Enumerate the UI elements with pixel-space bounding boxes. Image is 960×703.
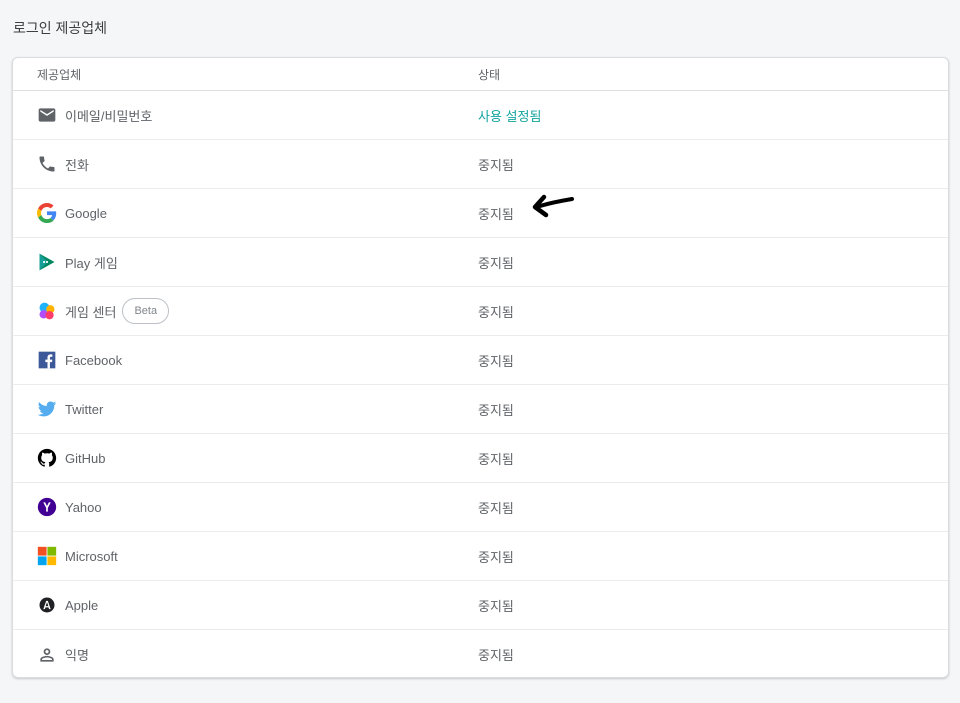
- section-title: 로그인 제공업체: [13, 20, 108, 36]
- beta-badge: Beta: [122, 298, 170, 324]
- provider-label: 이메일/비밀번호: [65, 108, 153, 124]
- provider-label: Google: [65, 205, 107, 221]
- provider-row-apple[interactable]: Apple 중지됨: [13, 581, 948, 630]
- yahoo-icon: [37, 497, 57, 517]
- header-status: 상태: [478, 67, 501, 82]
- provider-label: GitHub: [65, 450, 106, 466]
- google-icon: [37, 203, 57, 223]
- provider-row-twitter[interactable]: Twitter 중지됨: [13, 385, 948, 434]
- status-text: 중지됨: [478, 304, 514, 320]
- provider-row-phone[interactable]: 전화 중지됨: [13, 140, 948, 189]
- provider-row-yahoo[interactable]: Yahoo 중지됨: [13, 483, 948, 532]
- provider-row-facebook[interactable]: Facebook 중지됨: [13, 336, 948, 385]
- phone-icon: [37, 154, 57, 174]
- microsoft-icon: [37, 546, 57, 566]
- github-icon: [37, 448, 57, 468]
- provider-label: Facebook: [65, 352, 123, 368]
- provider-row-anonymous[interactable]: 익명 중지됨: [13, 630, 948, 677]
- play-games-icon: [37, 252, 57, 272]
- header-provider: 제공업체: [37, 67, 82, 82]
- anonymous-icon: [37, 645, 57, 665]
- status-text: 중지됨: [478, 255, 514, 271]
- status-text: 중지됨: [478, 598, 514, 614]
- status-text: 중지됨: [478, 402, 514, 418]
- status-text: 중지됨: [478, 500, 514, 516]
- status-text: 사용 설정됨: [478, 108, 542, 124]
- provider-row-microsoft[interactable]: Microsoft 중지됨: [13, 532, 948, 581]
- sign-in-providers-table: 제공업체 상태 이메일/비밀번호 사용 설정됨 전화 중지됨 Google 중지…: [12, 57, 949, 678]
- provider-label: Play 게임: [65, 255, 118, 271]
- status-text: 중지됨: [478, 451, 514, 467]
- status-text: 중지됨: [478, 157, 514, 173]
- game-center-icon: [37, 301, 57, 321]
- provider-label: Microsoft: [65, 548, 118, 564]
- provider-row-email[interactable]: 이메일/비밀번호 사용 설정됨: [13, 91, 948, 140]
- provider-label: Yahoo: [65, 499, 102, 515]
- email-icon: [37, 105, 57, 125]
- facebook-icon: [37, 350, 57, 370]
- provider-label: 게임 센터: [65, 304, 117, 320]
- provider-row-game-center[interactable]: 게임 센터 Beta 중지됨: [13, 287, 948, 336]
- provider-label: 익명: [65, 648, 89, 663]
- provider-row-play-games[interactable]: Play 게임 중지됨: [13, 238, 948, 287]
- status-text: 중지됨: [478, 549, 514, 565]
- provider-label: 전화: [65, 157, 89, 173]
- provider-row-github[interactable]: GitHub 중지됨: [13, 434, 948, 483]
- twitter-icon: [37, 399, 57, 419]
- table-header: 제공업체 상태: [13, 58, 948, 91]
- arrow-left-icon: [530, 189, 576, 226]
- apple-icon: [37, 595, 57, 615]
- status-text: 중지됨: [478, 353, 514, 369]
- provider-label: Apple: [65, 597, 99, 613]
- provider-row-google[interactable]: Google 중지됨: [13, 189, 948, 238]
- status-text: 중지됨: [478, 648, 514, 663]
- status-text: 중지됨: [478, 206, 514, 222]
- provider-label: Twitter: [65, 401, 104, 417]
